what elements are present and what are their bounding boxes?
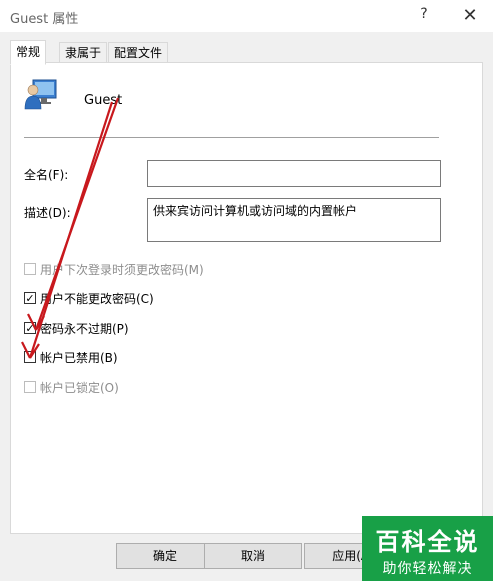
user-name: Guest [84, 93, 123, 108]
checkbox-account-disabled[interactable] [24, 351, 36, 363]
tab-profile[interactable]: 配置文件 [108, 42, 169, 64]
ok-button[interactable]: 确定 [116, 543, 214, 569]
chk-row-password-never-expires: ✓ 密码永不过期(P) [24, 320, 129, 336]
watermark-subtitle: 助你轻松解决 [382, 561, 473, 577]
checkbox-must-change-password [24, 263, 36, 275]
chk-row-account-disabled: 帐户已禁用(B) [24, 349, 118, 365]
fullname-field[interactable] [147, 160, 441, 187]
checkbox-label: 帐户已禁用(B) [40, 350, 118, 365]
checkbox-label: 用户不能更改密码(C) [40, 291, 154, 306]
checkbox-account-locked [24, 381, 36, 393]
chk-row-account-locked: 帐户已锁定(O) [24, 379, 119, 395]
title-bar: Guest 属性 ? ✕ [0, 0, 493, 32]
checkbox-password-never-expires[interactable]: ✓ [24, 322, 36, 334]
watermark-badge: 百科全说 助你轻松解决 [362, 516, 493, 581]
tab-general[interactable]: 常规 [10, 40, 47, 65]
checkbox-label: 帐户已锁定(O) [40, 380, 119, 395]
chk-row-cannot-change-password: ✓ 用户不能更改密码(C) [24, 290, 154, 306]
fullname-label: 全名(F): [24, 168, 69, 182]
description-label: 描述(D): [24, 206, 71, 220]
help-button[interactable]: ? [414, 6, 434, 26]
close-button[interactable]: ✕ [460, 5, 480, 26]
description-field[interactable]: 供来宾访问计算机或访问域的内置帐户 [147, 198, 441, 242]
checkbox-cannot-change-password[interactable]: ✓ [24, 292, 36, 304]
separator [24, 137, 439, 138]
checkbox-label: 密码永不过期(P) [40, 321, 129, 336]
window-title: Guest 属性 [10, 12, 79, 27]
user-monitor-icon [24, 79, 57, 110]
chk-row-must-change-password: 用户下次登录时须更改密码(M) [24, 261, 204, 277]
cancel-button[interactable]: 取消 [204, 543, 302, 569]
tab-member-of[interactable]: 隶属于 [59, 42, 108, 64]
watermark-title: 百科全说 [375, 528, 480, 556]
checkbox-label: 用户下次登录时须更改密码(M) [40, 262, 204, 277]
